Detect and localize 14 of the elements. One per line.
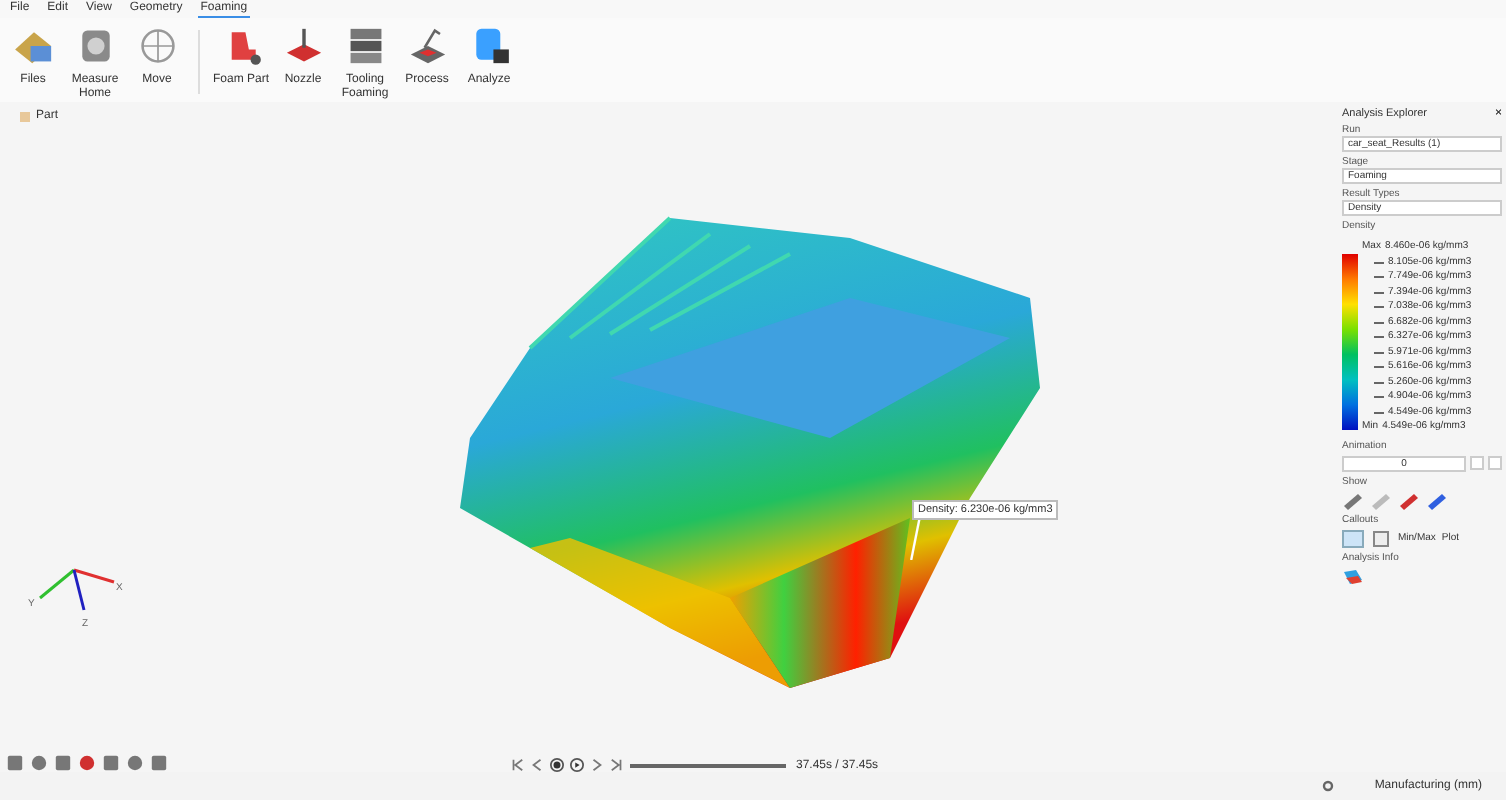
show-option-icon[interactable] <box>1398 491 1420 509</box>
settings-icon[interactable] <box>1322 780 1335 792</box>
show-option-icon[interactable] <box>1342 491 1364 509</box>
part-icon <box>20 111 30 121</box>
skip-back-button[interactable] <box>510 758 524 772</box>
show-option-icon[interactable] <box>1426 491 1448 509</box>
skip-forward-button[interactable] <box>610 758 624 772</box>
record-button[interactable] <box>550 758 564 772</box>
probe-icon[interactable] <box>1342 529 1364 547</box>
analysis-info-icon[interactable] <box>1342 567 1364 585</box>
note-icon[interactable] <box>1370 529 1392 547</box>
step-forward-button[interactable] <box>590 758 604 772</box>
play-button[interactable] <box>570 758 584 772</box>
step-back-button[interactable] <box>530 758 544 772</box>
